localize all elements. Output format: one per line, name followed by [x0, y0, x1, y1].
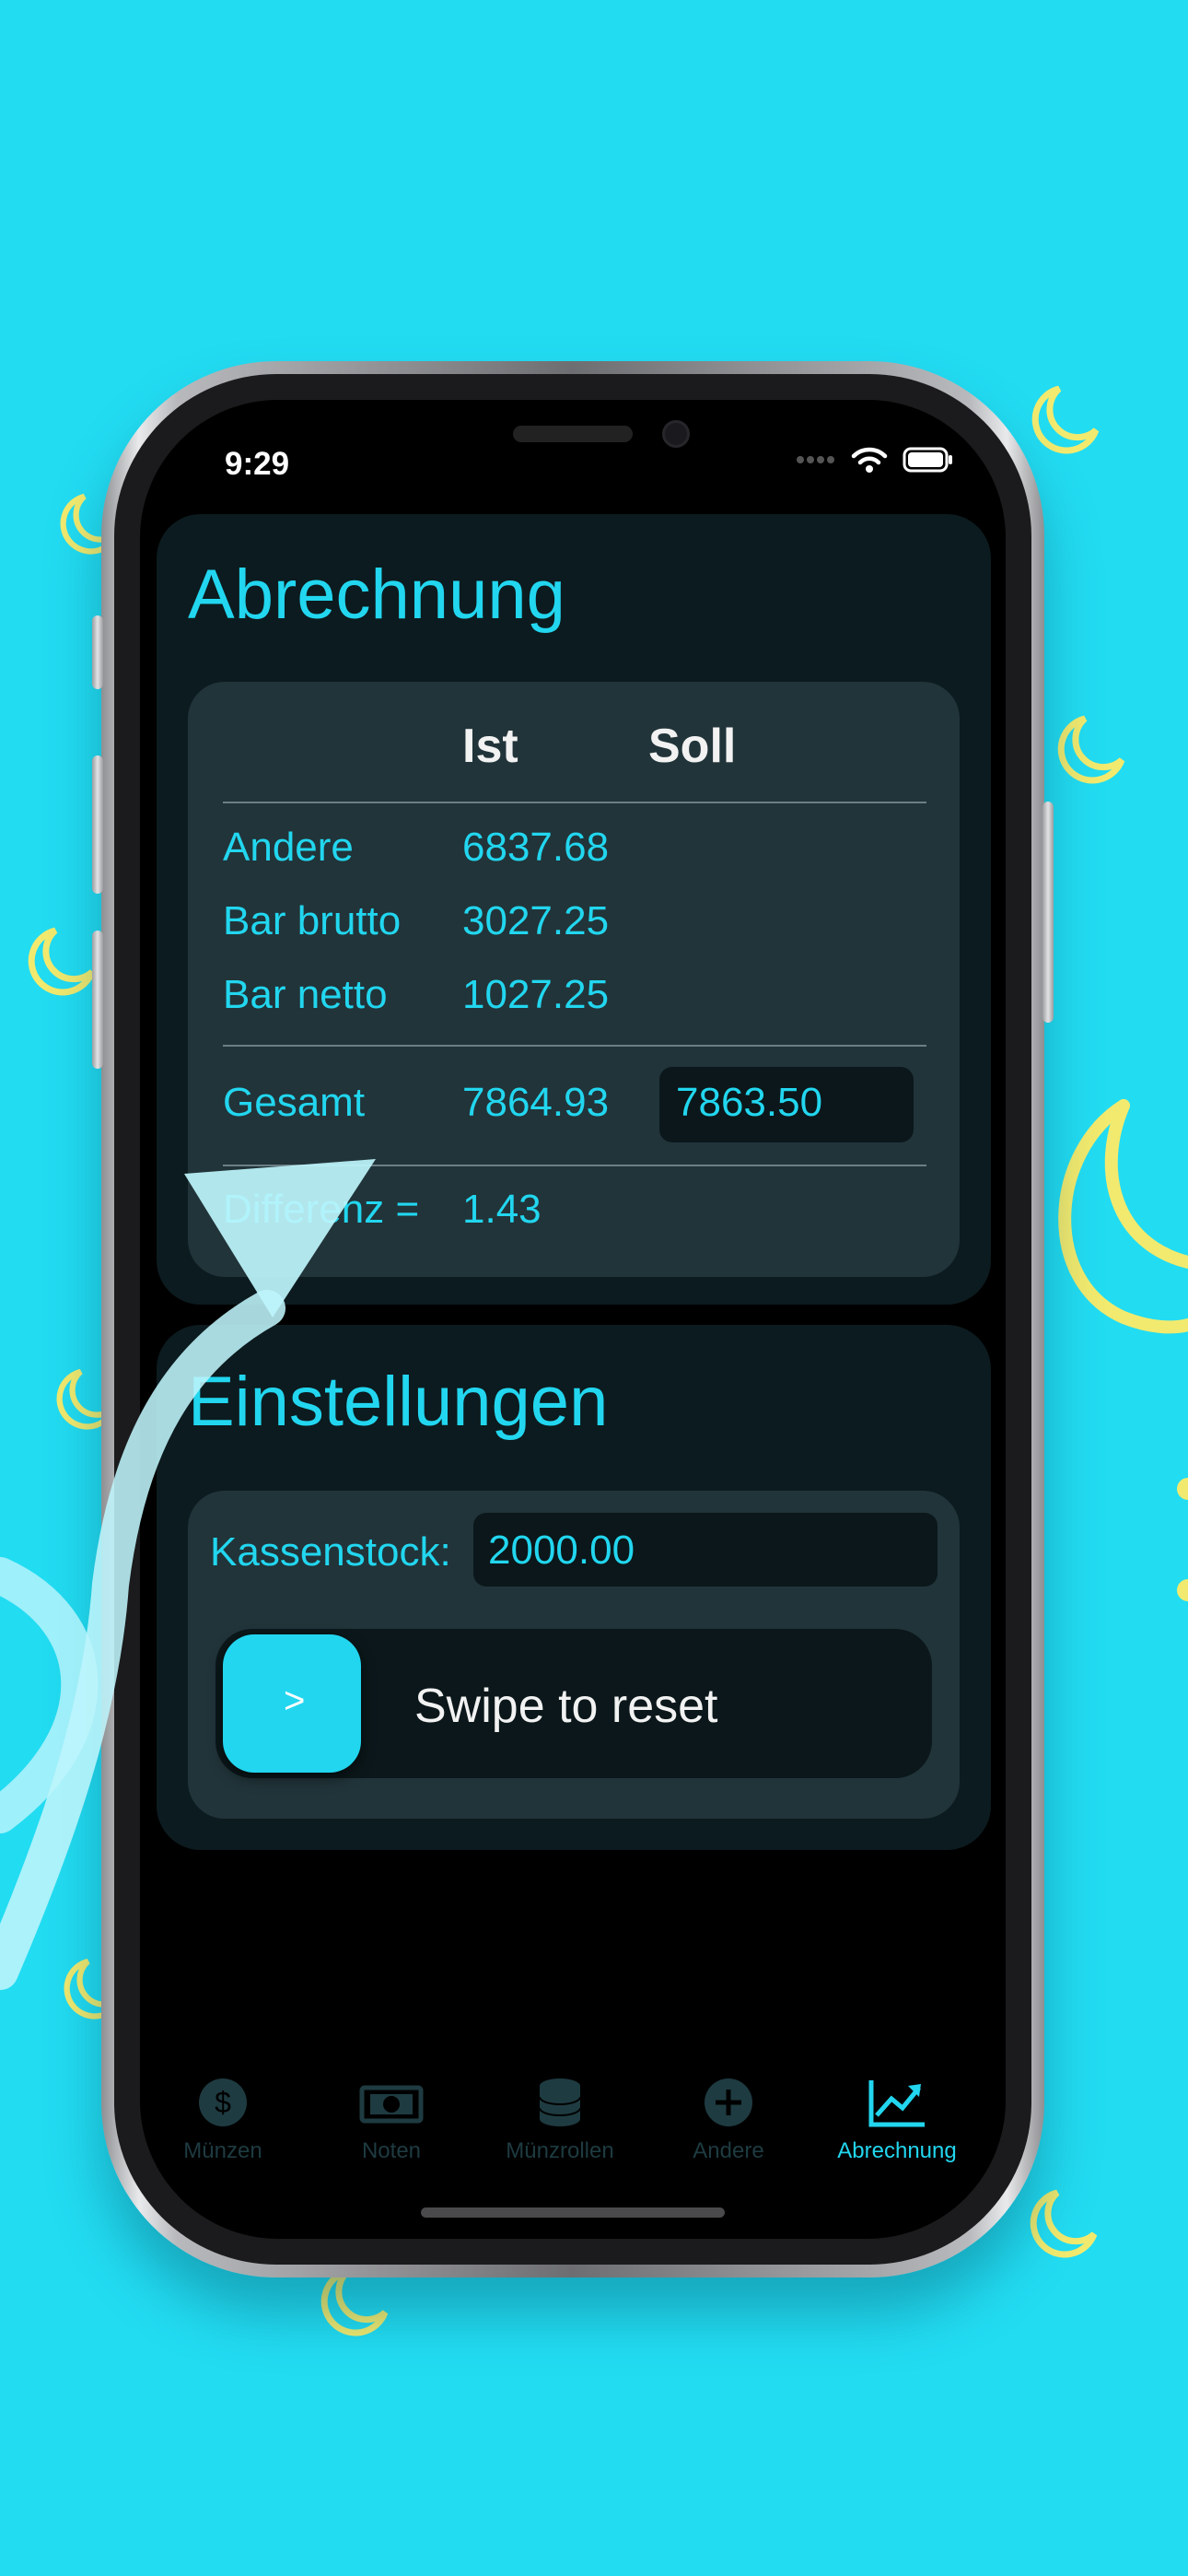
row-label-andere: Andere [223, 825, 354, 870]
swipe-to-reset-label: Swipe to reset [414, 1680, 718, 1733]
kassenstock-input-value: 2000.00 [488, 1528, 635, 1573]
speaker-grille [513, 426, 633, 442]
status-icons [796, 446, 954, 474]
signal-icon [797, 456, 834, 463]
chart-trend-icon [868, 2080, 925, 2127]
abrechnung-title: Abrechnung [188, 556, 565, 634]
gesamt-label: Gesamt [223, 1080, 366, 1125]
front-camera [662, 420, 690, 448]
tab-muenzrollen[interactable]: Münzrollen [477, 2077, 643, 2164]
row-value-bar-netto: 1027.25 [462, 972, 610, 1017]
tab-abrechnung[interactable]: Abrechnung [814, 2077, 980, 2164]
moon-decoration-icon [1031, 385, 1100, 454]
tab-label: Münzrollen [506, 2138, 614, 2163]
row-label-bar-brutto: Bar brutto [223, 898, 402, 943]
table-divider [223, 802, 926, 803]
dollar-coin-icon: $ [199, 2078, 247, 2126]
wifi-icon [851, 447, 888, 473]
tab-andere[interactable]: Andere [646, 2077, 811, 2164]
swirl-arrow-decoration [0, 1159, 376, 1990]
power-button [1042, 802, 1054, 1023]
row-label-bar-netto: Bar netto [223, 972, 388, 1017]
mute-switch [92, 615, 103, 689]
coin-stack-icon [539, 2078, 581, 2126]
tab-label: Münzen [183, 2138, 262, 2163]
volume-down-button [92, 931, 103, 1069]
tab-label: Noten [361, 2138, 422, 2163]
column-header-soll: Soll [648, 720, 737, 773]
volume-up-button [92, 755, 103, 894]
home-indicator [421, 2207, 725, 2218]
tab-noten[interactable]: Noten [309, 2077, 474, 2164]
row-value-bar-brutto: 3027.25 [462, 898, 610, 943]
row-value-andere: 6837.68 [462, 825, 610, 870]
battery-icon [903, 447, 952, 473]
status-time: 9:29 [225, 446, 290, 482]
moon-decoration-icon [1030, 2189, 1098, 2258]
tab-muenzen[interactable]: $ Münzen [140, 2077, 306, 2164]
kassenstock-input[interactable]: 2000.00 [473, 1513, 938, 1587]
tab-label: Andere [693, 2138, 764, 2163]
column-header-ist: Ist [462, 720, 518, 773]
moon-decoration-icon [28, 927, 96, 996]
soll-input[interactable]: 7863.50 [659, 1067, 914, 1142]
plus-circle-icon [705, 2078, 752, 2126]
moon-decoration-icon [1177, 1478, 1188, 1601]
svg-text:$: $ [215, 2086, 231, 2119]
differenz-value: 1.43 [462, 1187, 542, 1232]
soll-input-value: 7863.50 [676, 1080, 823, 1125]
banknote-icon [359, 2085, 424, 2124]
gesamt-ist-value: 7864.93 [462, 1080, 610, 1125]
tab-label: Abrechnung [837, 2138, 957, 2163]
moon-decoration-icon [1057, 715, 1125, 784]
tab-bar: $ Münzen Noten Münzrollen Andere Abrechn… [140, 2077, 1006, 2178]
table-divider [223, 1045, 926, 1047]
